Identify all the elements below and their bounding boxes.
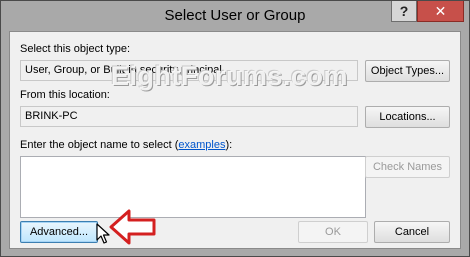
object-type-label: Select this object type: — [20, 43, 131, 55]
cancel-button-label: Cancel — [394, 226, 430, 238]
location-label: From this location: — [20, 89, 110, 101]
locations-button[interactable]: Locations... — [365, 106, 450, 128]
advanced-button[interactable]: Advanced... — [20, 221, 98, 243]
select-user-or-group-dialog: Select User or Group ? ✕ Select this obj… — [0, 0, 470, 257]
title-bar: Select User or Group ? ✕ — [1, 1, 469, 31]
help-icon: ? — [399, 3, 409, 19]
close-button[interactable]: ✕ — [417, 1, 464, 22]
check-names-button[interactable]: Check Names — [365, 156, 450, 178]
location-field: BRINK-PC — [20, 106, 358, 127]
help-button[interactable]: ? — [391, 1, 417, 22]
close-icon: ✕ — [434, 2, 447, 19]
object-name-label-suffix: ): — [225, 139, 233, 151]
mouse-cursor-icon — [96, 223, 110, 244]
check-names-button-label: Check Names — [372, 161, 443, 173]
ok-button-label: OK — [325, 226, 341, 238]
locations-button-label: Locations... — [379, 111, 436, 123]
ok-button[interactable]: OK — [298, 221, 368, 243]
red-arrow-icon — [109, 209, 156, 245]
examples-link[interactable]: examples — [178, 139, 225, 151]
object-name-label: Enter the object name to select (example… — [20, 139, 232, 151]
object-name-label-prefix: Enter the object name to select ( — [20, 139, 179, 151]
advanced-button-label: Advanced... — [29, 226, 89, 238]
cancel-button[interactable]: Cancel — [374, 221, 450, 243]
watermark-text: EightForums.com — [111, 61, 349, 91]
object-name-input[interactable] — [20, 156, 366, 218]
object-types-button[interactable]: Object Types... — [365, 60, 450, 82]
object-types-button-label: Object Types... — [370, 65, 445, 77]
